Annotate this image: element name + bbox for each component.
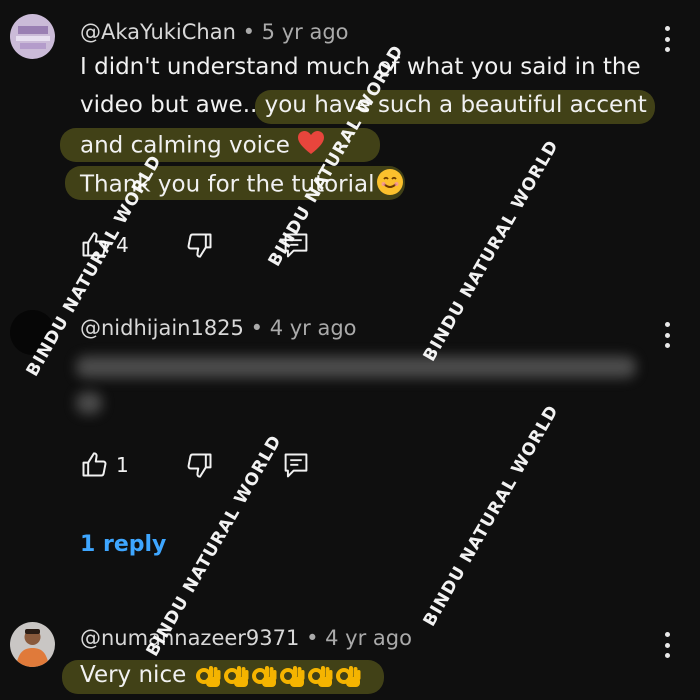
blurred-comment-text <box>76 392 102 414</box>
thumbs-up-icon <box>82 452 107 477</box>
avatar[interactable] <box>10 14 55 59</box>
dislike-button[interactable] <box>186 231 214 263</box>
comment-age[interactable]: 4 yr ago <box>270 316 357 340</box>
more-vertical-icon[interactable] <box>660 322 674 348</box>
reply-button[interactable] <box>282 451 310 485</box>
comment-text-line: Very nice <box>80 662 362 689</box>
blurred-comment-text <box>76 356 636 378</box>
ok-hand-emoji <box>279 665 305 687</box>
thumbs-down-icon <box>187 453 212 478</box>
ok-hand-emoji <box>251 665 277 687</box>
reply-icon <box>284 453 308 478</box>
watermark: BINDU NATURAL WORLD <box>419 136 564 365</box>
comment-author[interactable]: @AkaYukiChan <box>80 20 236 44</box>
separator: • <box>306 626 319 650</box>
comment-text-line: I didn't understand much of what you sai… <box>80 54 641 80</box>
watermark: BINDU NATURAL WORLD <box>419 401 564 630</box>
comment-meta: @numannazeer9371 • 4 yr ago <box>80 626 412 650</box>
comment-text-line: and calming voice <box>80 130 325 162</box>
avatar[interactable] <box>10 622 55 667</box>
more-vertical-icon[interactable] <box>660 26 674 52</box>
comment-author[interactable]: @nidhijain1825 <box>80 316 244 340</box>
ok-hand-emoji <box>195 665 221 687</box>
ok-hand-emoji <box>335 665 361 687</box>
separator: • <box>250 316 263 340</box>
red-heart-emoji <box>297 130 325 162</box>
ok-hand-emoji-row <box>194 662 362 688</box>
more-vertical-icon[interactable] <box>660 632 674 658</box>
comment-author[interactable]: @numannazeer9371 <box>80 626 299 650</box>
comment-meta: @nidhijain1825 • 4 yr ago <box>80 316 357 340</box>
comment-meta: @AkaYukiChan • 5 yr ago <box>80 20 349 44</box>
comment-age[interactable]: 5 yr ago <box>262 20 349 44</box>
view-replies-link[interactable]: 1 reply <box>80 532 166 557</box>
separator: • <box>242 20 255 44</box>
like-button[interactable] <box>80 451 108 483</box>
smiling-face-emoji <box>376 168 404 202</box>
ok-hand-emoji <box>307 665 333 687</box>
ok-hand-emoji <box>223 665 249 687</box>
thumbs-down-icon <box>187 233 212 258</box>
comment-age[interactable]: 4 yr ago <box>325 626 412 650</box>
like-count: 1 <box>116 453 129 477</box>
dislike-button[interactable] <box>186 451 214 483</box>
